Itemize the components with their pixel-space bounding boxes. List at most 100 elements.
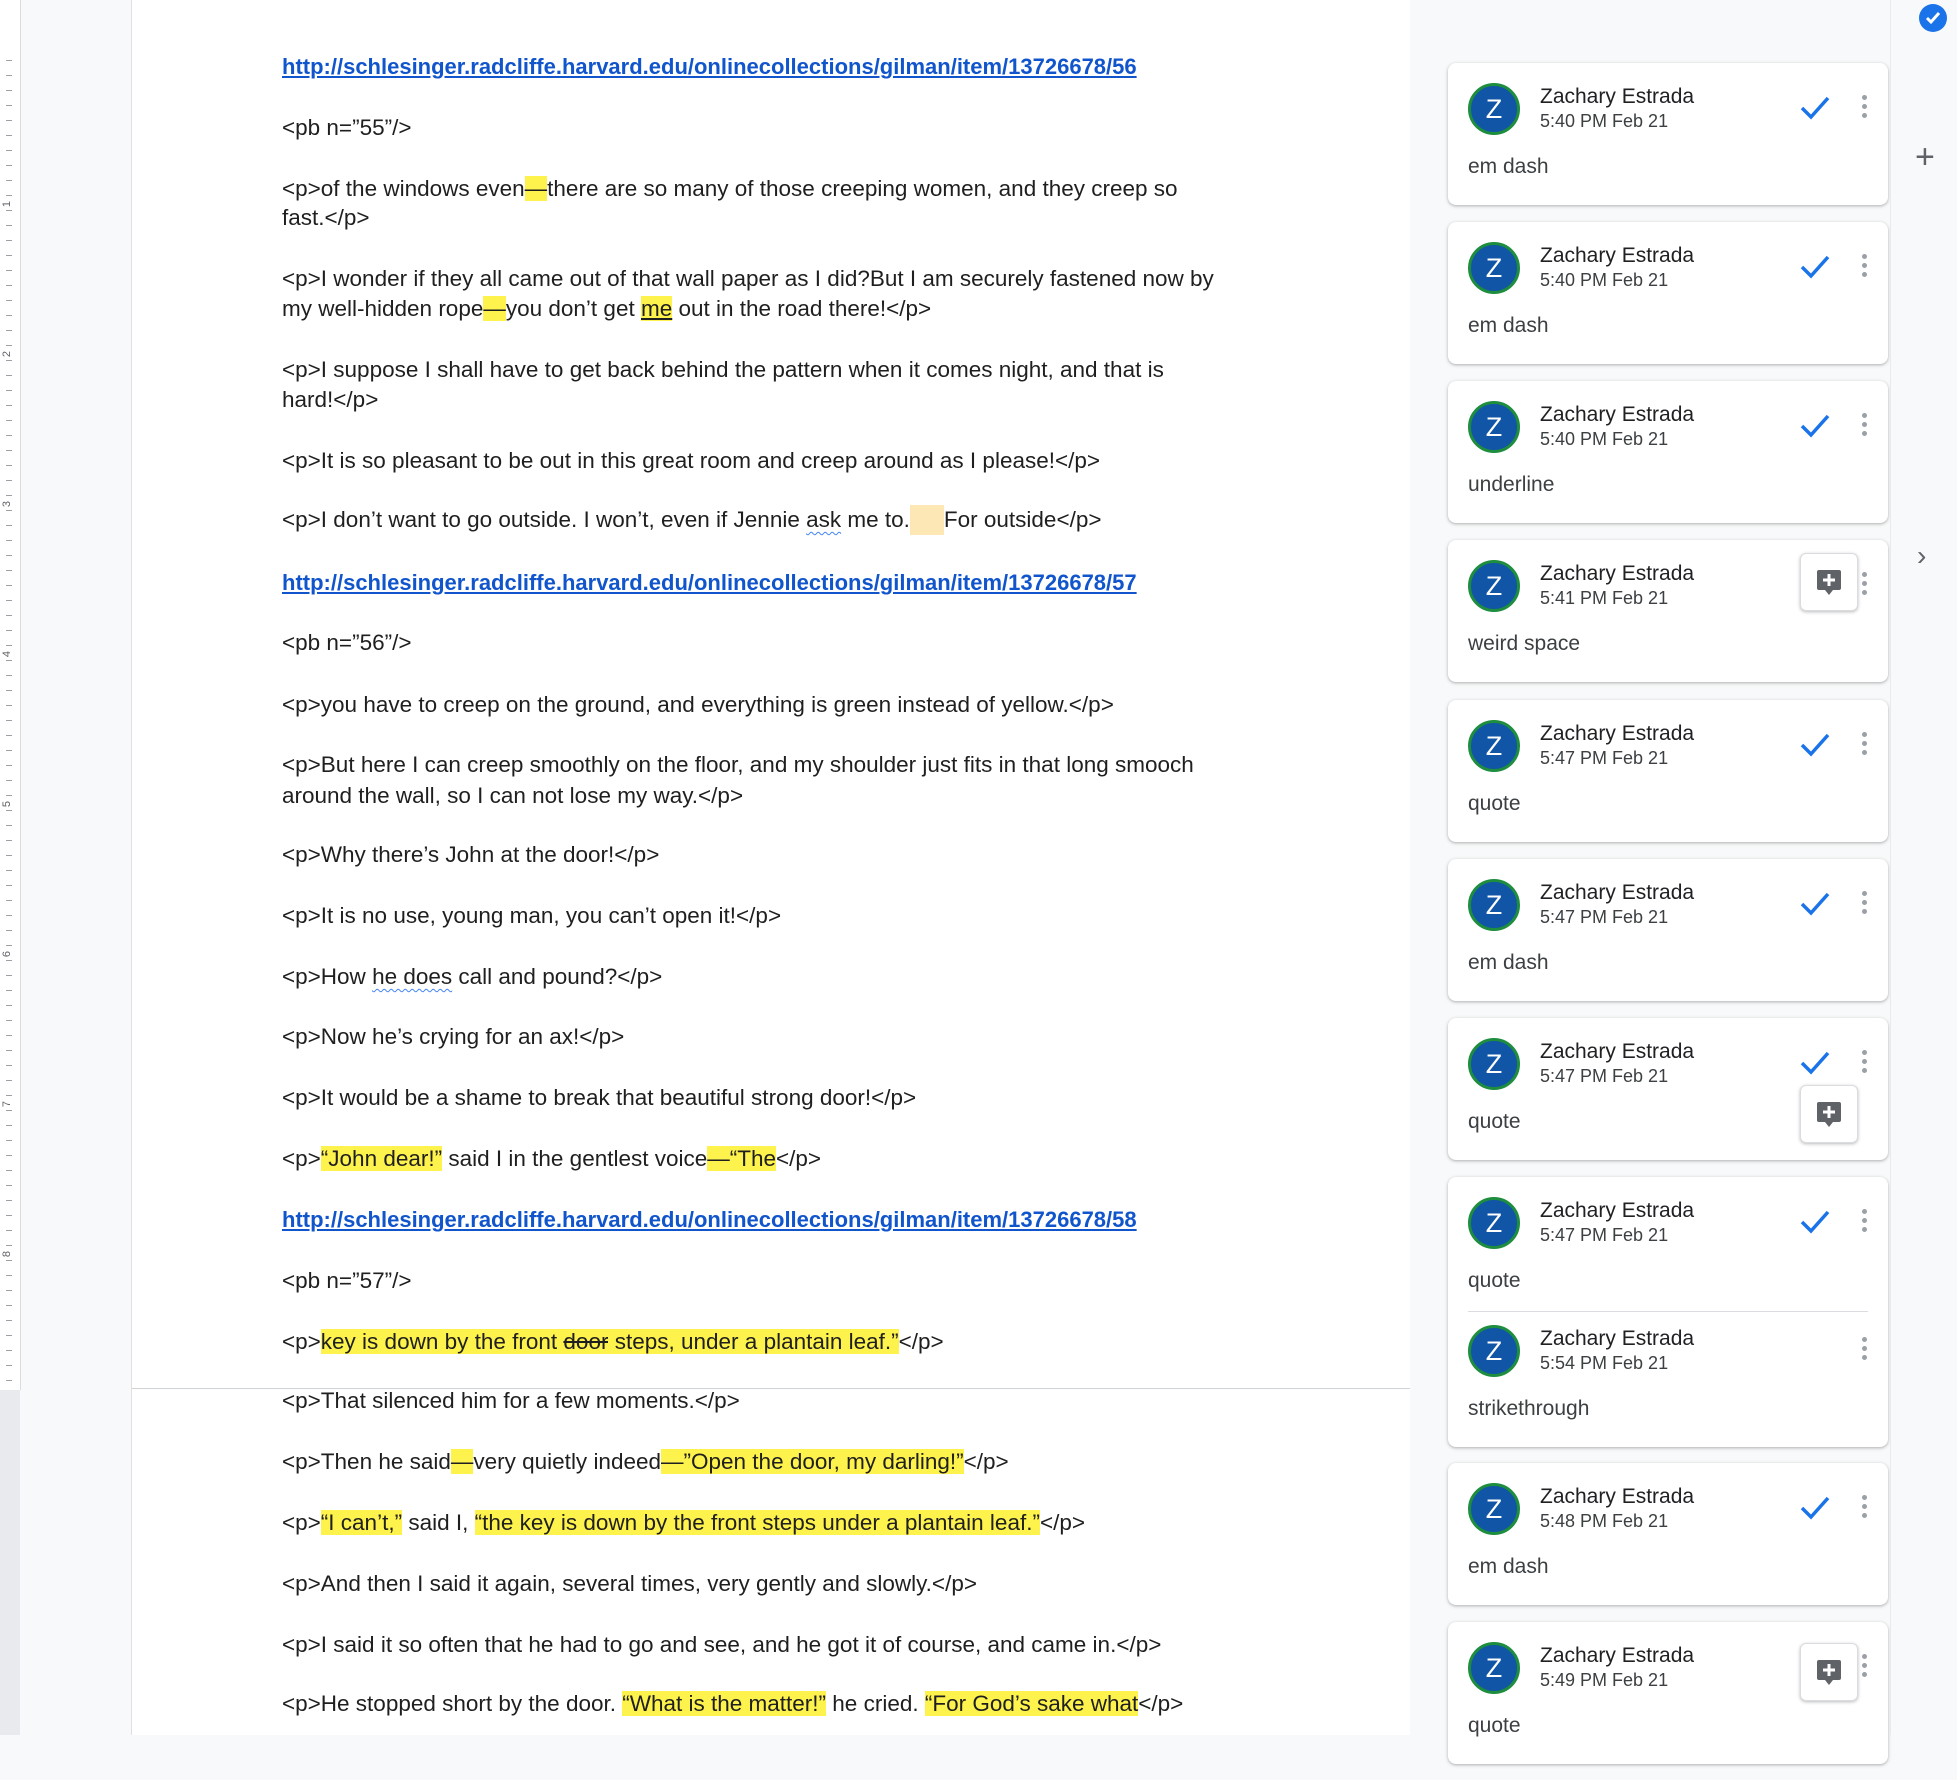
text-run: very quietly indeed [473, 1449, 662, 1474]
check-icon[interactable] [1798, 1493, 1832, 1523]
comment-card[interactable]: Z Zachary Estrada 5:40 PM Feb 21 em dash [1448, 63, 1888, 205]
doc-link[interactable]: http://schlesinger.radcliffe.harvard.edu… [282, 1205, 1137, 1235]
comment-card[interactable]: Z Zachary Estrada 5:48 PM Feb 21 em dash [1448, 1463, 1888, 1605]
comment-card[interactable]: Z Zachary Estrada 5:40 PM Feb 21 underline [1448, 381, 1888, 523]
comment-thread-entry[interactable]: Z Zachary Estrada 5:47 PM Feb 21 em dash [1448, 859, 1888, 1017]
comments-sidebar: Z Zachary Estrada 5:40 PM Feb 21 em dash Z Za… [1410, 0, 1890, 1764]
document-page[interactable]: http://schlesinger.radcliffe.harvard.edu… [131, 0, 1411, 1735]
highlight[interactable]: —”Open the door, my darling!” [661, 1449, 964, 1474]
doc-line: <p>But here I can creep smoothly on the … [282, 752, 1194, 777]
more-vert-icon[interactable] [1856, 1650, 1872, 1684]
ruler-tick [6, 825, 12, 826]
avatar[interactable]: Z [1468, 720, 1520, 772]
highlight[interactable]: key is down by the front [320, 1329, 564, 1354]
ruler-tick [6, 525, 12, 526]
text-run: there are so many of those creeping wome… [547, 176, 1178, 201]
check-icon[interactable] [1798, 411, 1832, 441]
comment-card[interactable]: Z Zachary Estrada 5:47 PM Feb 21 quote Z Zach… [1448, 1177, 1888, 1447]
avatar[interactable]: Z [1468, 1197, 1520, 1249]
add-comment-icon[interactable] [1800, 553, 1858, 611]
ruler-tick [6, 660, 12, 661]
check-icon[interactable] [1798, 1207, 1832, 1237]
text-run: out in the road there!</p> [672, 296, 932, 321]
avatar[interactable]: Z [1468, 401, 1520, 453]
comment-time: 5:40 PM Feb 21 [1540, 270, 1669, 290]
ruler-tick [6, 75, 12, 76]
more-vert-icon[interactable] [1856, 409, 1872, 443]
doc-line: <pb n=”55”/> [282, 115, 412, 140]
ruler-tick [6, 165, 12, 166]
doc-link[interactable]: http://schlesinger.radcliffe.harvard.edu… [282, 52, 1137, 82]
doc-line: <p>I said it so often that he had to go … [282, 1632, 1162, 1657]
text-run: <p> [282, 1146, 321, 1171]
avatar[interactable]: Z [1468, 1325, 1520, 1377]
strikethrough-highlight[interactable]: door [563, 1329, 609, 1354]
avatar[interactable]: Z [1468, 242, 1520, 294]
comment-time: 5:54 PM Feb 21 [1540, 1353, 1669, 1373]
ruler-tick [6, 750, 12, 751]
highlight[interactable]: “For God’s sake what [924, 1691, 1139, 1716]
check-icon[interactable] [1798, 889, 1832, 919]
check-icon[interactable] [1798, 93, 1832, 123]
comment-thread-entry[interactable]: Z Zachary Estrada 5:40 PM Feb 21 em dash [1448, 63, 1888, 221]
highlight[interactable]: — [483, 296, 506, 321]
add-comment-icon[interactable] [1800, 1643, 1858, 1701]
comment-time: 5:40 PM Feb 21 [1540, 111, 1669, 131]
highlight[interactable]: “John dear!” [320, 1146, 443, 1171]
avatar[interactable]: Z [1468, 83, 1520, 135]
highlight-underline[interactable]: me [640, 296, 673, 321]
ruler-tick [6, 975, 12, 976]
avatar[interactable]: Z [1468, 560, 1520, 612]
ruler-tick [6, 240, 12, 241]
check-icon[interactable] [1798, 1048, 1832, 1078]
comment-card[interactable]: Z Zachary Estrada 5:40 PM Feb 21 em dash [1448, 222, 1888, 364]
checklist-icon[interactable] [1919, 4, 1947, 32]
more-vert-icon[interactable] [1856, 1333, 1872, 1367]
comment-thread-entry[interactable]: Z Zachary Estrada 5:47 PM Feb 21 quote [1448, 700, 1888, 858]
ruler-tick [6, 120, 12, 121]
weird-space-highlight[interactable] [909, 505, 944, 535]
highlight[interactable]: steps, under a plantain leaf.” [608, 1329, 899, 1354]
doc-link[interactable]: http://schlesinger.radcliffe.harvard.edu… [282, 568, 1137, 598]
spelling-suggestion[interactable]: ask [806, 507, 841, 532]
highlight[interactable]: — [450, 1449, 474, 1474]
comment-text: em dash [1468, 155, 1549, 178]
more-vert-icon[interactable] [1856, 91, 1872, 125]
more-vert-icon[interactable] [1856, 1491, 1872, 1525]
avatar[interactable]: Z [1468, 1642, 1520, 1694]
more-vert-icon[interactable] [1856, 568, 1872, 602]
comment-thread-entry[interactable]: Z Zachary Estrada 5:40 PM Feb 21 underline [1448, 381, 1888, 539]
doc-line: <p>I wonder if they all came out of that… [282, 266, 1214, 291]
comment-thread-entry[interactable]: Z Zachary Estrada 5:40 PM Feb 21 em dash [1448, 222, 1888, 380]
comment-card[interactable]: Z Zachary Estrada 5:47 PM Feb 21 quote [1448, 700, 1888, 842]
comment-author: Zachary Estrada [1540, 1040, 1695, 1063]
check-icon[interactable] [1798, 730, 1832, 760]
ruler-tick [6, 360, 12, 361]
highlight[interactable]: — [524, 176, 548, 201]
ruler-track[interactable]: 1 2 3 4 5 6 7 8 [0, 0, 21, 1390]
comment-card[interactable]: Z Zachary Estrada 5:47 PM Feb 21 em dash [1448, 859, 1888, 1001]
comment-thread-entry[interactable]: Z Zachary Estrada 5:48 PM Feb 21 em dash [1448, 1463, 1888, 1621]
comment-time: 5:40 PM Feb 21 [1540, 429, 1669, 449]
highlight[interactable]: “What is the matter!” [622, 1691, 827, 1716]
add-comment-icon[interactable] [1800, 1085, 1858, 1143]
plus-icon[interactable]: + [1915, 140, 1935, 174]
check-icon[interactable] [1798, 252, 1832, 282]
highlight[interactable]: “I can’t,” [320, 1510, 403, 1535]
more-vert-icon[interactable] [1856, 1046, 1872, 1080]
more-vert-icon[interactable] [1856, 728, 1872, 762]
highlight[interactable]: —“The [707, 1146, 777, 1171]
comment-author: Zachary Estrada [1540, 722, 1695, 745]
comment-thread-entry[interactable]: Z Zachary Estrada 5:54 PM Feb 21 strikethro… [1448, 1305, 1888, 1463]
avatar[interactable]: Z [1468, 1483, 1520, 1535]
avatar[interactable]: Z [1468, 1038, 1520, 1090]
avatar[interactable]: Z [1468, 879, 1520, 931]
more-vert-icon[interactable] [1856, 887, 1872, 921]
more-vert-icon[interactable] [1856, 1205, 1872, 1239]
ruler-tick [6, 765, 12, 766]
highlight[interactable]: “the key is down by the front steps unde… [474, 1510, 1040, 1535]
chevron-right-icon[interactable]: › [1917, 540, 1926, 572]
grammar-suggestion[interactable]: he does [372, 964, 452, 989]
more-vert-icon[interactable] [1856, 250, 1872, 284]
ruler-tick [6, 90, 12, 91]
